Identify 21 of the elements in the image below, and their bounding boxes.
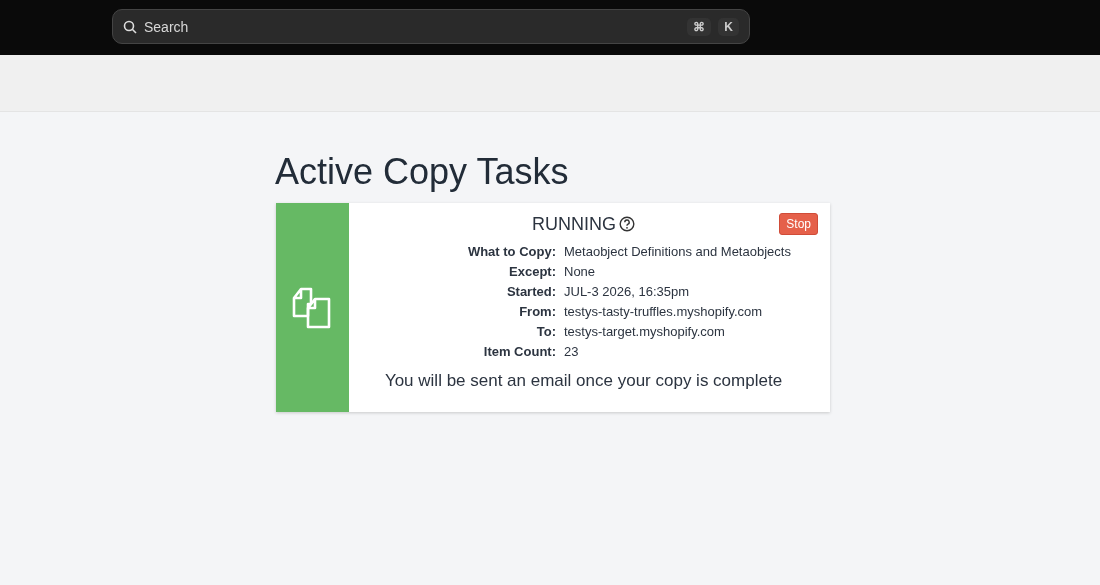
search-field[interactable]: Search [144,18,681,35]
field-label: From: [518,304,556,320]
field-value: testys-target.myshopify.com [564,324,726,340]
field-label: Item Count: [482,344,556,360]
search-icon [123,19,137,34]
field-value: None [564,264,597,280]
field-label: Except: [508,264,556,280]
shortcut-key: K [718,17,739,36]
page-title: Active Copy Tasks [275,150,570,194]
status-label: RUNNING [532,213,616,235]
field-value: JUL-3 2026, 16:35pm [564,284,691,300]
help-icon[interactable] [619,216,635,232]
shortcut-key: ⌘ [687,17,712,36]
info-message: You will be sent an email once your copy is complete [383,371,784,391]
field-label: To: [535,324,556,340]
field-value: Metaobject Definitions and Metaobjects [564,244,792,260]
search-bar[interactable]: Search ⌘ K [112,9,750,44]
field-label: Started: [505,284,556,300]
field-value: testys-tasty-truffles.myshopify.com [564,304,764,320]
field-label: What to Copy: [466,244,556,260]
field-value: 23 [564,344,580,360]
